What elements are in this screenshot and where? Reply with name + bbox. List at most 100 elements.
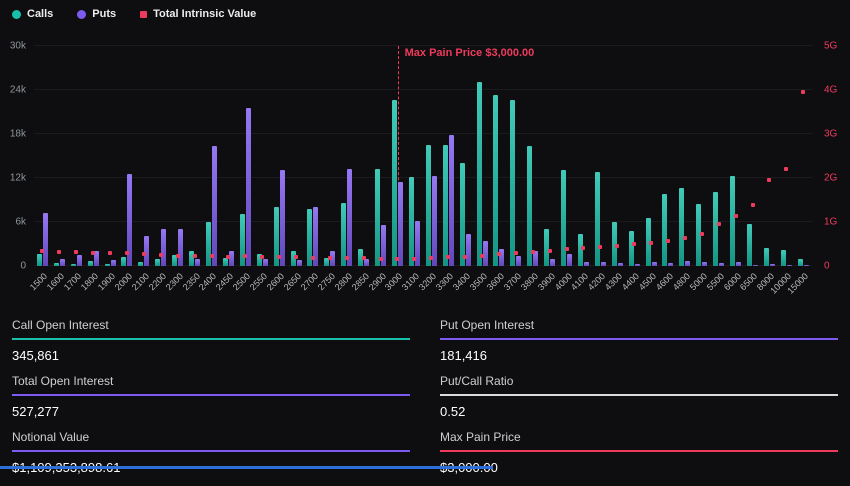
intrinsic-dot (565, 247, 569, 251)
puts-bar (804, 265, 809, 266)
bar-group-1900[interactable] (102, 46, 119, 266)
puts-bar (364, 259, 369, 266)
bar-group-4800[interactable] (676, 46, 693, 266)
puts-bar (178, 229, 183, 266)
calls-bar (105, 264, 110, 266)
bar-group-4300[interactable] (609, 46, 626, 266)
left-axis-tick: 18k (10, 129, 26, 140)
intrinsic-dot (210, 254, 214, 258)
intrinsic-dot (463, 255, 467, 259)
bar-group-2850[interactable] (355, 46, 372, 266)
bar-group-4200[interactable] (592, 46, 609, 266)
calls-bar (679, 188, 684, 266)
bar-group-8000[interactable] (761, 46, 778, 266)
calls-bar (595, 172, 600, 266)
puts-bar (719, 263, 724, 266)
bar-group-4100[interactable] (575, 46, 592, 266)
legend-label-calls: Calls (27, 8, 53, 20)
puts-bar (567, 254, 572, 266)
intrinsic-dot (193, 254, 197, 258)
bar-group-2300[interactable] (169, 46, 186, 266)
bar-group-1700[interactable] (68, 46, 85, 266)
bar-group-3100[interactable] (406, 46, 423, 266)
bar-group-2100[interactable] (135, 46, 152, 266)
bar-group-2700[interactable] (305, 46, 322, 266)
intrinsic-dot (108, 251, 112, 255)
bar-group-2000[interactable] (119, 46, 136, 266)
intrinsic-dot (311, 256, 315, 260)
bar-group-3900[interactable] (541, 46, 558, 266)
intrinsic-dot (57, 250, 61, 254)
bar-group-2750[interactable] (321, 46, 338, 266)
calls-bar (527, 146, 532, 266)
intrinsic-dot (632, 242, 636, 246)
bar-group-4000[interactable] (558, 46, 575, 266)
right-axis-tick: 5G (824, 41, 837, 52)
bar-group-1500[interactable] (34, 46, 51, 266)
puts-bar (550, 259, 555, 266)
calls-bar (477, 82, 482, 266)
legend-item-calls[interactable]: Calls (12, 8, 53, 20)
bar-group-3800[interactable] (524, 46, 541, 266)
bar-group-2350[interactable] (186, 46, 203, 266)
intrinsic-dot (74, 250, 78, 254)
bar-group-5500[interactable] (710, 46, 727, 266)
bar-group-6500[interactable] (744, 46, 761, 266)
puts-bar (635, 264, 640, 266)
puts-bar (263, 259, 268, 266)
bar-group-3400[interactable] (457, 46, 474, 266)
right-axis-tick: 1G (824, 217, 837, 228)
calls-bar (409, 177, 414, 266)
bar-group-5000[interactable] (693, 46, 710, 266)
stat-put-open-interest: Put Open Interest 181,416 (440, 318, 838, 363)
bar-group-2550[interactable] (254, 46, 271, 266)
intrinsic-dot (548, 249, 552, 253)
calls-bar (493, 95, 498, 266)
stat-value: $1,109,353,898.61 (12, 452, 410, 475)
bar-group-2200[interactable] (152, 46, 169, 266)
calls-bar (544, 229, 549, 266)
intrinsic-dot (294, 255, 298, 259)
bar-group-3200[interactable] (423, 46, 440, 266)
bar-group-1600[interactable] (51, 46, 68, 266)
puts-bar (432, 176, 437, 266)
intrinsic-dot (277, 255, 281, 259)
bar-group-3300[interactable] (440, 46, 457, 266)
bar-group-2650[interactable] (288, 46, 305, 266)
bar-group-6000[interactable] (727, 46, 744, 266)
bar-group-2600[interactable] (271, 46, 288, 266)
bar-group-2900[interactable] (372, 46, 389, 266)
bar-group-1800[interactable] (85, 46, 102, 266)
bar-group-2400[interactable] (203, 46, 220, 266)
puts-bar (685, 261, 690, 266)
bar-group-2800[interactable] (338, 46, 355, 266)
bar-group-15000[interactable] (795, 46, 812, 266)
puts-bar (516, 256, 521, 266)
legend-item-intrinsic[interactable]: Total Intrinsic Value (140, 8, 256, 20)
bar-group-10000[interactable] (778, 46, 795, 266)
bar-group-2450[interactable] (220, 46, 237, 266)
puts-bar (347, 169, 352, 266)
bar-group-3700[interactable] (507, 46, 524, 266)
intrinsic-dot (429, 256, 433, 260)
left-axis-tick: 12k (10, 173, 26, 184)
open-interest-chart: 06k12k18k24k30k Max Pain Price $3,000.00… (4, 24, 846, 306)
bar-group-2500[interactable] (237, 46, 254, 266)
intrinsic-dot (260, 255, 264, 259)
puts-bar (77, 255, 82, 266)
bar-group-3500[interactable] (474, 46, 491, 266)
bar-group-4500[interactable] (643, 46, 660, 266)
puts-bar (736, 262, 741, 266)
bar-group-4400[interactable] (626, 46, 643, 266)
intrinsic-dot (159, 253, 163, 257)
stat-value: 181,416 (440, 340, 838, 363)
legend-item-puts[interactable]: Puts (77, 8, 116, 20)
legend-label-puts: Puts (92, 8, 116, 20)
intrinsic-dot (751, 203, 755, 207)
calls-bar (764, 248, 769, 266)
puts-bar (584, 262, 589, 266)
bar-group-3600[interactable] (490, 46, 507, 266)
puts-bar (60, 259, 65, 266)
bar-group-4600[interactable] (660, 46, 677, 266)
plot-area[interactable]: Max Pain Price $3,000.00 (34, 46, 812, 266)
